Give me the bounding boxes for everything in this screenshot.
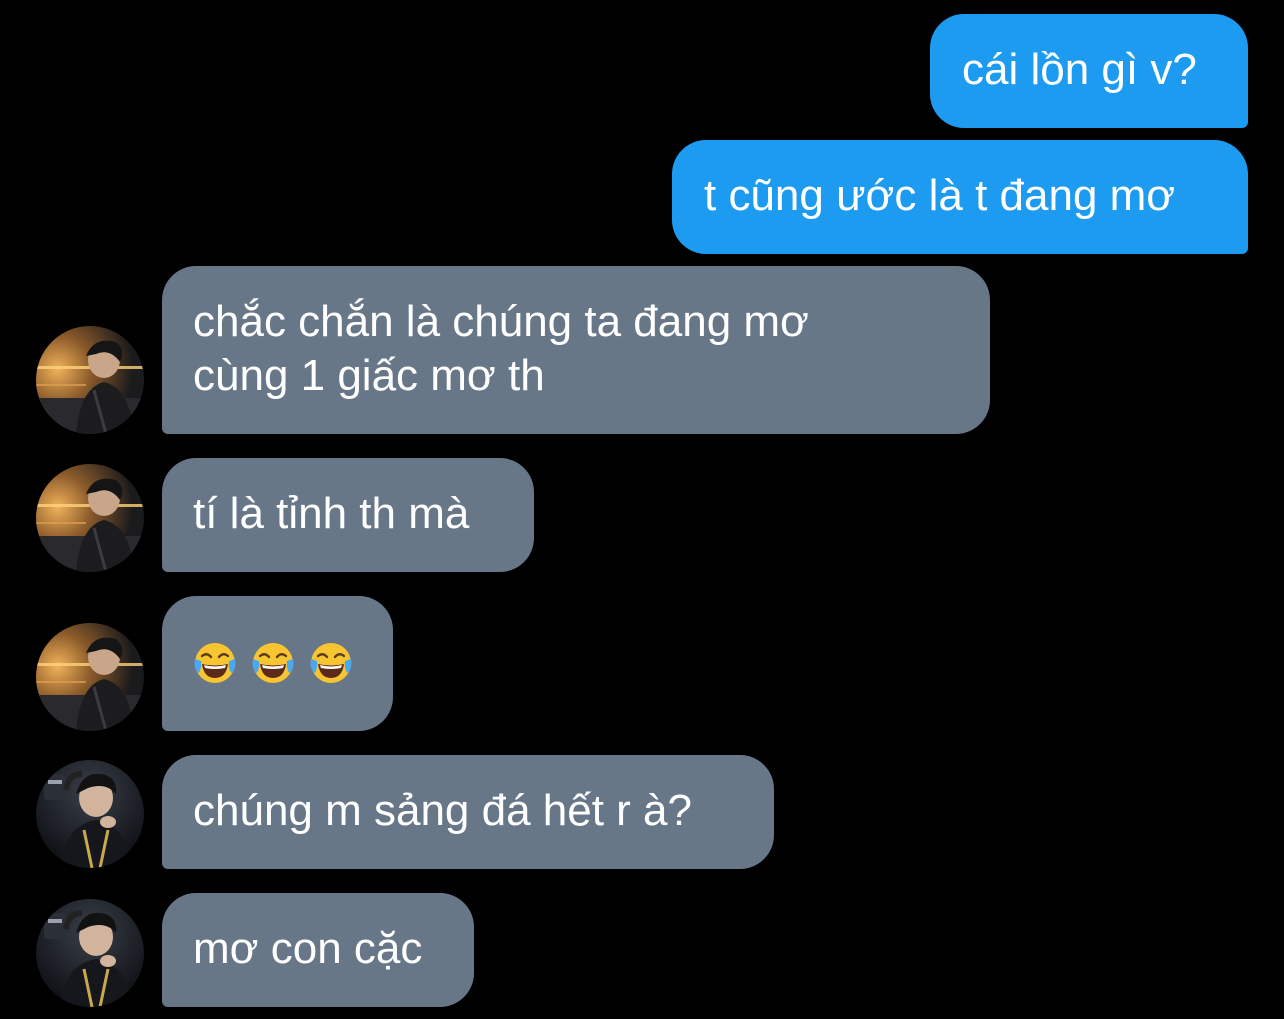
message-text-line: cùng 1 giấc mơ th (193, 351, 545, 400)
incoming-message-bubble[interactable]: mơ con cặc (162, 893, 474, 1007)
sender-avatar[interactable] (36, 326, 144, 434)
avatar-image-icon (36, 899, 144, 1007)
message-text: tí là tỉnh th mà (193, 489, 470, 538)
incoming-message-bubble[interactable]: chúng m sảng đá hết r à? (162, 755, 774, 869)
message-text: cái lồn gì v? (962, 45, 1197, 94)
face-with-tears-of-joy-icon (251, 641, 295, 685)
message-text: chúng m sảng đá hết r à? (193, 786, 692, 835)
incoming-message-bubble[interactable]: chắc chắn là chúng ta đang mơ cùng 1 giấ… (162, 266, 990, 434)
avatar-image-icon (36, 326, 144, 434)
message-text: t cũng ước là t đang mơ (704, 171, 1176, 220)
sender-avatar[interactable] (36, 760, 144, 868)
message-text: mơ con cặc (193, 924, 423, 973)
incoming-message-bubble[interactable]: tí là tỉnh th mà (162, 458, 534, 572)
face-with-tears-of-joy-icon (309, 641, 353, 685)
emoji-row (193, 636, 363, 690)
face-with-tears-of-joy-icon (193, 641, 237, 685)
sender-avatar[interactable] (36, 899, 144, 1007)
avatar-image-icon (36, 623, 144, 731)
outgoing-message-bubble[interactable]: t cũng ước là t đang mơ (672, 140, 1248, 254)
sender-avatar[interactable] (36, 623, 144, 731)
incoming-message-bubble[interactable] (162, 596, 393, 731)
avatar-image-icon (36, 760, 144, 868)
outgoing-message-bubble[interactable]: cái lồn gì v? (930, 14, 1248, 128)
sender-avatar[interactable] (36, 464, 144, 572)
avatar-image-icon (36, 464, 144, 572)
message-text-line: chắc chắn là chúng ta đang mơ (193, 297, 809, 346)
